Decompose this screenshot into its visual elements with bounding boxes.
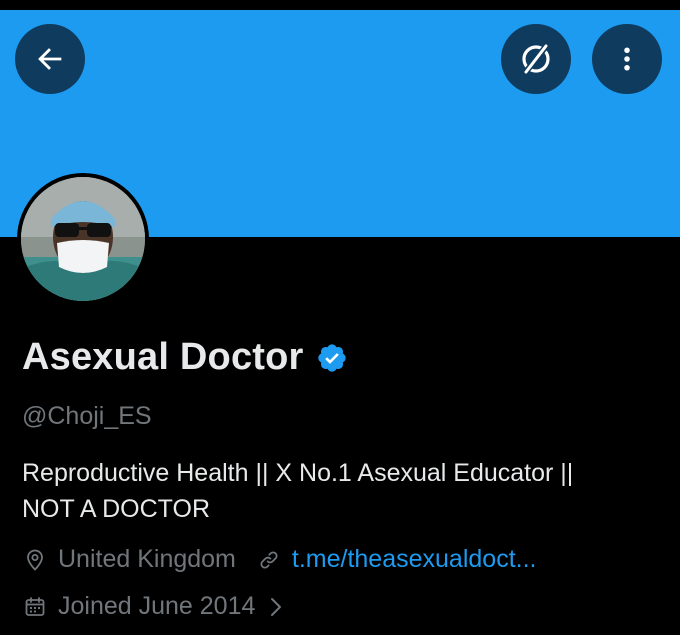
- location-pin-icon: [22, 547, 48, 573]
- avatar-image: [21, 177, 145, 301]
- back-button[interactable]: [15, 24, 85, 94]
- calendar-icon: [22, 594, 48, 620]
- profile-joined-date: Joined June 2014: [58, 592, 256, 620]
- display-name: Asexual Doctor: [22, 336, 304, 378]
- bio-line: NOT A DOCTOR: [22, 495, 211, 523]
- profile-handle: @Choji_ES: [22, 402, 152, 430]
- profile-website-link[interactable]: t.me/theasexualdoct...: [292, 545, 537, 574]
- more-vertical-icon: [624, 47, 630, 71]
- status-bar: [0, 0, 680, 10]
- grok-icon: [522, 43, 550, 75]
- profile-meta-row: United Kingdom t.me/theasexualdoct...: [22, 545, 536, 574]
- link-icon: [256, 547, 282, 573]
- joined-row[interactable]: Joined June 2014: [22, 592, 289, 621]
- chevron-right-icon: [269, 595, 289, 619]
- avatar[interactable]: [17, 173, 149, 305]
- profile-location: United Kingdom: [58, 545, 236, 573]
- arrow-left-icon: [38, 48, 62, 70]
- name-row: Asexual Doctor: [22, 336, 348, 379]
- bio-line: Reproductive Health || X No.1 Asexual Ed…: [22, 459, 574, 487]
- verified-badge-icon[interactable]: [316, 342, 348, 374]
- grok-button[interactable]: [501, 24, 571, 94]
- profile-bio: Reproductive Health || X No.1 Asexual Ed…: [22, 455, 662, 527]
- more-options-button[interactable]: [592, 24, 662, 94]
